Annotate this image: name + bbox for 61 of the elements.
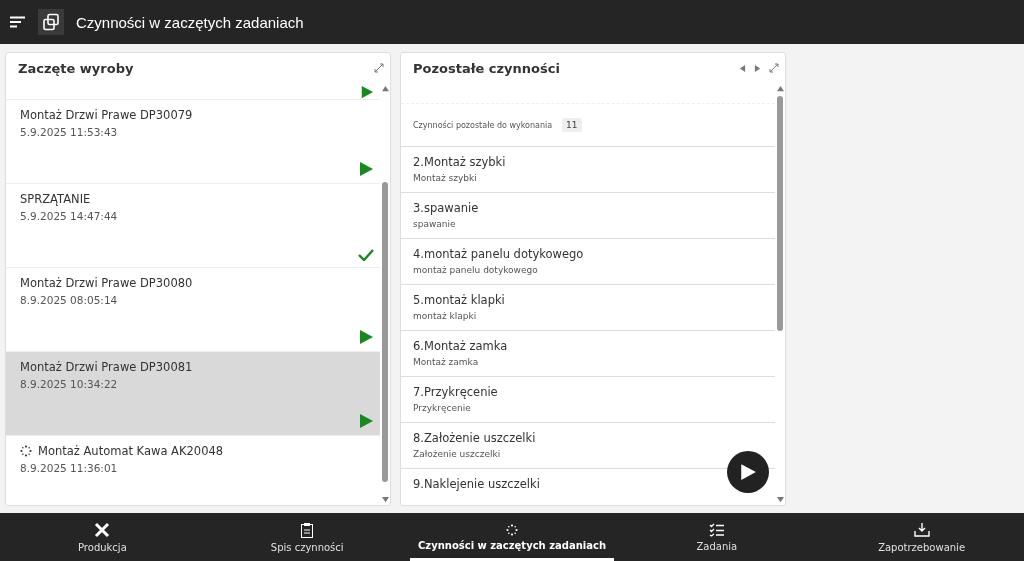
- activity-title: 9.Naklejenie uszczelki: [413, 477, 541, 491]
- product-item[interactable]: Montaż Drzwi Prawe DP30081 8.9.2025 10:34:22: [6, 352, 380, 436]
- spinner-icon: [506, 523, 518, 536]
- activity-description: Montaż szybki: [413, 173, 478, 183]
- count-badge: 11: [562, 118, 582, 132]
- menu-icon[interactable]: [10, 16, 26, 28]
- nav-tab[interactable]: Produkcja: [0, 513, 205, 561]
- activity-item[interactable]: 4.montaż panelu dotykowego montaż panelu dotykowego: [401, 239, 775, 285]
- product-name: Montaż Automat Kawa AK20048: [38, 444, 224, 458]
- activity-description: Montaż zamka: [413, 357, 480, 367]
- activity-description: Przykręcenie: [413, 403, 472, 413]
- panel-title: Pozostałe czynności: [413, 60, 560, 76]
- activity-item[interactable]: 2.Montaż szybki Montaż szybki: [401, 147, 775, 193]
- activity-item[interactable]: 5.montaż klapki montaż klapki: [401, 285, 775, 331]
- start-time: 5.9.2025 11:53:43: [20, 126, 119, 138]
- panel-title: Zaczęte wyroby: [18, 60, 134, 76]
- activity-title: 8.Założenie uszczelki: [413, 431, 537, 445]
- nav-tab[interactable]: Zapotrzebowanie: [819, 513, 1024, 561]
- activity-title: 4.montaż panelu dotykowego: [413, 247, 585, 261]
- product-name: Montaż Drzwi Prawe DP30079: [20, 108, 193, 122]
- nav-tab[interactable]: Zadania: [614, 513, 820, 561]
- product-name: Montaż Drzwi Prawe DP30081: [20, 360, 193, 374]
- scroll-down-icon[interactable]: [381, 496, 389, 503]
- activity-item[interactable]: 3.spawanie spawanie: [401, 193, 775, 239]
- product-name: Montaż Drzwi Prawe DP30080: [20, 276, 193, 290]
- activity-description: spawanie: [413, 219, 457, 229]
- tools-icon: [94, 521, 111, 538]
- activity-title: 7.Przykręcenie: [413, 385, 499, 399]
- start-button[interactable]: [727, 451, 769, 493]
- start-time: 5.9.2025 14:47:44: [20, 210, 118, 222]
- scrollbar[interactable]: [775, 83, 785, 505]
- scroll-down-icon[interactable]: [776, 496, 784, 503]
- start-time: 8.9.2025 08:05:14: [20, 294, 119, 306]
- next-icon[interactable]: [754, 64, 761, 72]
- remaining-count-label: Czynności pozostałe do wykonania: [413, 120, 553, 130]
- start-time: 8.9.2025 10:34:22: [20, 378, 119, 390]
- activity-description: Założenie uszczelki: [413, 449, 502, 459]
- previous-icon[interactable]: [739, 64, 746, 72]
- activity-item[interactable]: 6.Montaż zamka Montaż zamka: [401, 331, 775, 377]
- nav-tab[interactable]: Czynności w zaczętych zadaniach: [409, 513, 615, 561]
- activity-item[interactable]: 7.Przykręcenie Przykręcenie: [401, 377, 775, 423]
- activity-description: montaż panelu dotykowego: [413, 265, 539, 275]
- product-name: SPRZĄTANIE: [20, 192, 91, 206]
- checklist-icon: [708, 522, 725, 537]
- activity-title: 3.spawanie: [413, 201, 480, 215]
- app-logo: [38, 9, 64, 35]
- activity-title: 6.Montaż zamka: [413, 339, 509, 353]
- scroll-up-icon[interactable]: [381, 85, 389, 92]
- clipboard-icon: [300, 521, 315, 538]
- page-title: Czynności w zaczętych zadaniach: [76, 13, 304, 31]
- expand-icon[interactable]: [769, 63, 779, 73]
- activity-title: 5.montaż klapki: [413, 293, 506, 307]
- activity-description: montaż klapki: [413, 311, 478, 321]
- tray-download-icon: [913, 521, 930, 538]
- play-icon[interactable]: [739, 463, 757, 481]
- expand-icon[interactable]: [374, 63, 384, 73]
- scroll-up-icon[interactable]: [776, 85, 784, 92]
- activity-title: 2.Montaż szybki: [413, 155, 507, 169]
- nav-tab[interactable]: Spis czynności: [204, 513, 410, 561]
- scrollbar[interactable]: [380, 83, 390, 505]
- start-time: 8.9.2025 11:36:01: [20, 462, 119, 474]
